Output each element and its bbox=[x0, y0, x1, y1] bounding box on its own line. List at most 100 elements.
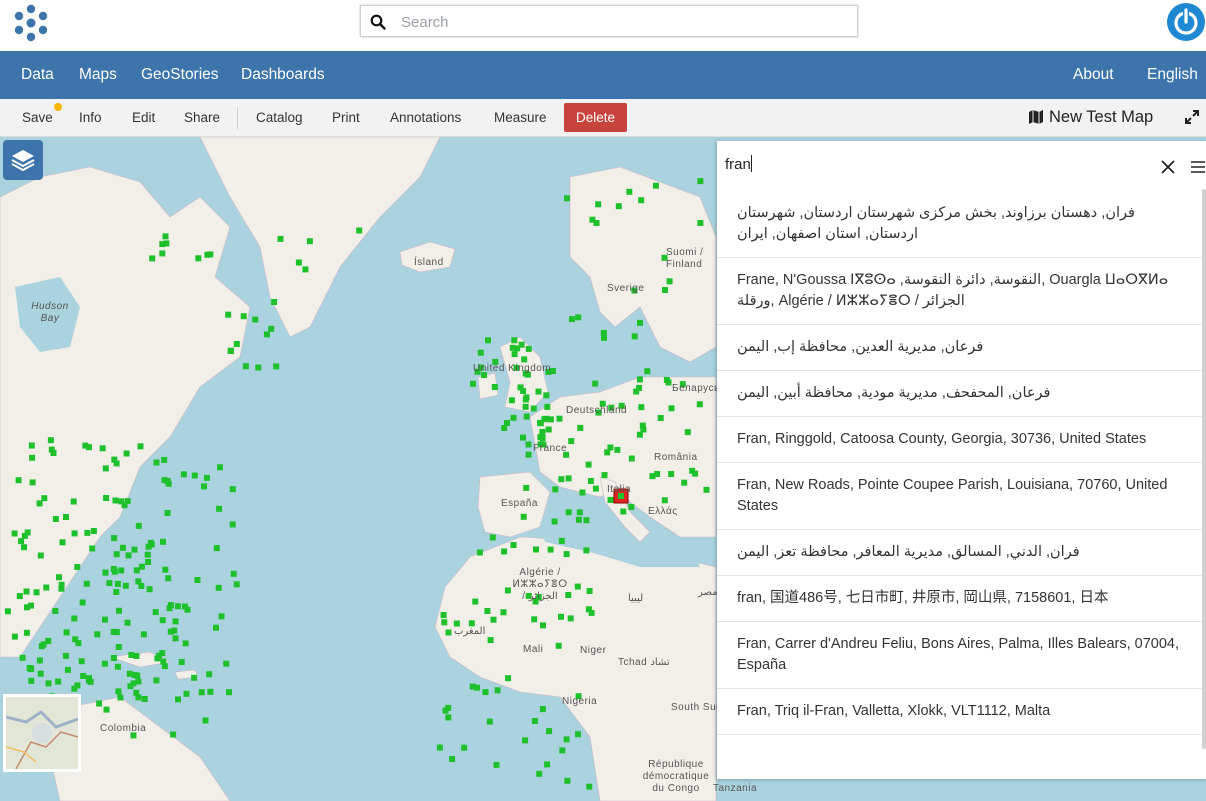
map-feature-marker[interactable] bbox=[128, 652, 135, 658]
map-feature-marker[interactable] bbox=[63, 514, 69, 520]
map-feature-marker[interactable] bbox=[138, 583, 145, 589]
nav-language[interactable]: English bbox=[1147, 51, 1198, 99]
map-feature-marker[interactable] bbox=[628, 455, 635, 462]
map-feature-marker[interactable] bbox=[160, 538, 166, 545]
map-feature-marker[interactable] bbox=[203, 474, 210, 481]
toolbar-info[interactable]: Info bbox=[79, 99, 102, 136]
map-feature-marker[interactable] bbox=[89, 545, 96, 552]
map-feature-marker[interactable] bbox=[165, 575, 172, 582]
map-feature-marker[interactable] bbox=[657, 415, 664, 421]
map-feature-marker[interactable] bbox=[436, 744, 443, 751]
map-feature-marker[interactable] bbox=[102, 465, 109, 472]
map-feature-marker[interactable] bbox=[118, 567, 125, 574]
map-feature-marker[interactable] bbox=[164, 510, 171, 516]
map-feature-marker[interactable] bbox=[522, 737, 529, 744]
map-feature-marker[interactable] bbox=[121, 502, 128, 509]
map-feature-marker[interactable] bbox=[29, 454, 36, 461]
map-feature-marker[interactable] bbox=[215, 584, 222, 591]
map-feature-marker[interactable] bbox=[511, 337, 518, 344]
map-feature-marker[interactable] bbox=[604, 449, 611, 456]
map-feature-marker[interactable] bbox=[631, 333, 638, 340]
map-feature-marker[interactable] bbox=[697, 178, 704, 185]
search-input[interactable] bbox=[399, 10, 843, 34]
map-feature-marker[interactable] bbox=[170, 731, 177, 738]
map-feature-marker[interactable] bbox=[640, 426, 647, 433]
map-feature-marker[interactable] bbox=[29, 479, 36, 486]
map-feature-marker[interactable] bbox=[537, 434, 544, 441]
map-feature-marker[interactable] bbox=[181, 603, 188, 610]
nav-dashboards[interactable]: Dashboards bbox=[241, 51, 325, 99]
map-feature-marker[interactable] bbox=[153, 677, 160, 684]
map-feature-marker[interactable] bbox=[505, 675, 512, 682]
result-item[interactable]: فران, دهستان برزاوند, بخش مرکزی شهرستان … bbox=[717, 191, 1206, 258]
map-feature-marker[interactable] bbox=[525, 441, 532, 448]
map-feature-marker[interactable] bbox=[520, 434, 526, 441]
map-feature-marker[interactable] bbox=[491, 384, 498, 390]
map-feature-marker[interactable] bbox=[171, 627, 178, 634]
map-feature-marker[interactable] bbox=[583, 517, 590, 524]
map-feature-marker[interactable] bbox=[601, 334, 607, 341]
result-item[interactable]: فران, الدني, المسالق, مديرية المعافر, مح… bbox=[717, 530, 1206, 576]
map-feature-marker[interactable] bbox=[160, 658, 167, 665]
map-feature-marker[interactable] bbox=[477, 349, 484, 356]
map-feature-marker[interactable] bbox=[485, 337, 491, 344]
map-feature-marker[interactable] bbox=[556, 415, 563, 422]
map-feature-marker[interactable] bbox=[567, 615, 574, 622]
map-feature-marker[interactable] bbox=[501, 425, 508, 431]
map-feature-marker[interactable] bbox=[568, 438, 575, 445]
map-feature-marker[interactable] bbox=[575, 516, 582, 523]
map-feature-marker[interactable] bbox=[668, 471, 675, 477]
map-feature-marker[interactable] bbox=[123, 450, 130, 457]
map-feature-marker[interactable] bbox=[213, 545, 220, 552]
map-feature-marker[interactable] bbox=[514, 345, 521, 352]
map-feature-marker[interactable] bbox=[28, 442, 35, 449]
map-feature-marker[interactable] bbox=[207, 688, 214, 695]
map-feature-marker[interactable] bbox=[159, 650, 166, 657]
toolbar-annotations[interactable]: Annotations bbox=[390, 99, 461, 136]
map-feature-marker[interactable] bbox=[202, 717, 209, 724]
map-feature-marker[interactable] bbox=[110, 655, 117, 661]
map-feature-marker[interactable] bbox=[500, 609, 507, 616]
map-feature-marker[interactable] bbox=[83, 580, 90, 587]
geonode-logo-icon[interactable] bbox=[10, 2, 52, 44]
map-feature-marker[interactable] bbox=[531, 616, 538, 623]
map-feature-marker[interactable] bbox=[684, 429, 691, 436]
map-feature-marker[interactable] bbox=[665, 379, 672, 386]
map-feature-marker[interactable] bbox=[558, 613, 564, 620]
toolbar-print[interactable]: Print bbox=[332, 99, 360, 136]
map-feature-marker[interactable] bbox=[159, 250, 166, 257]
result-item[interactable]: Fran, Carrer d'Andreu Feliu, Bons Aires,… bbox=[717, 622, 1206, 689]
map-feature-marker[interactable] bbox=[229, 521, 236, 528]
map-feature-marker[interactable] bbox=[666, 278, 673, 285]
map-feature-marker[interactable] bbox=[141, 696, 148, 702]
map-feature-marker[interactable] bbox=[531, 718, 538, 724]
map-feature-marker[interactable] bbox=[159, 617, 166, 624]
map-feature-marker[interactable] bbox=[114, 580, 121, 587]
map-feature-marker[interactable] bbox=[180, 471, 187, 478]
map-feature-marker[interactable] bbox=[11, 530, 18, 537]
map-feature-marker[interactable] bbox=[356, 227, 363, 234]
map-feature-marker[interactable] bbox=[510, 414, 517, 421]
map-feature-marker[interactable] bbox=[490, 616, 497, 623]
map-feature-marker[interactable] bbox=[43, 584, 50, 591]
map-feature-marker[interactable] bbox=[242, 363, 249, 370]
map-feature-marker[interactable] bbox=[195, 255, 202, 262]
map-feature-marker[interactable] bbox=[74, 682, 81, 689]
map-feature-marker[interactable] bbox=[206, 671, 213, 678]
map-feature-marker[interactable] bbox=[523, 413, 530, 420]
toolbar-edit[interactable]: Edit bbox=[132, 99, 155, 136]
map-feature-marker[interactable] bbox=[28, 677, 35, 684]
map-feature-marker[interactable] bbox=[615, 203, 622, 210]
map-feature-marker[interactable] bbox=[445, 714, 452, 721]
map-feature-marker[interactable] bbox=[56, 574, 62, 581]
map-feature-marker[interactable] bbox=[16, 593, 23, 600]
search-box[interactable] bbox=[360, 5, 858, 37]
map-feature-marker[interactable] bbox=[110, 565, 117, 572]
map-feature-marker[interactable] bbox=[585, 461, 592, 468]
map-feature-marker[interactable] bbox=[255, 364, 262, 371]
result-item[interactable]: فرعان, المحفحف, مديرية مودية, محافظة أبي… bbox=[717, 371, 1206, 417]
map-feature-marker[interactable] bbox=[681, 479, 688, 486]
map-feature-marker[interactable] bbox=[72, 636, 79, 643]
map-feature-marker[interactable] bbox=[133, 689, 140, 696]
map-feature-marker[interactable] bbox=[510, 542, 517, 548]
